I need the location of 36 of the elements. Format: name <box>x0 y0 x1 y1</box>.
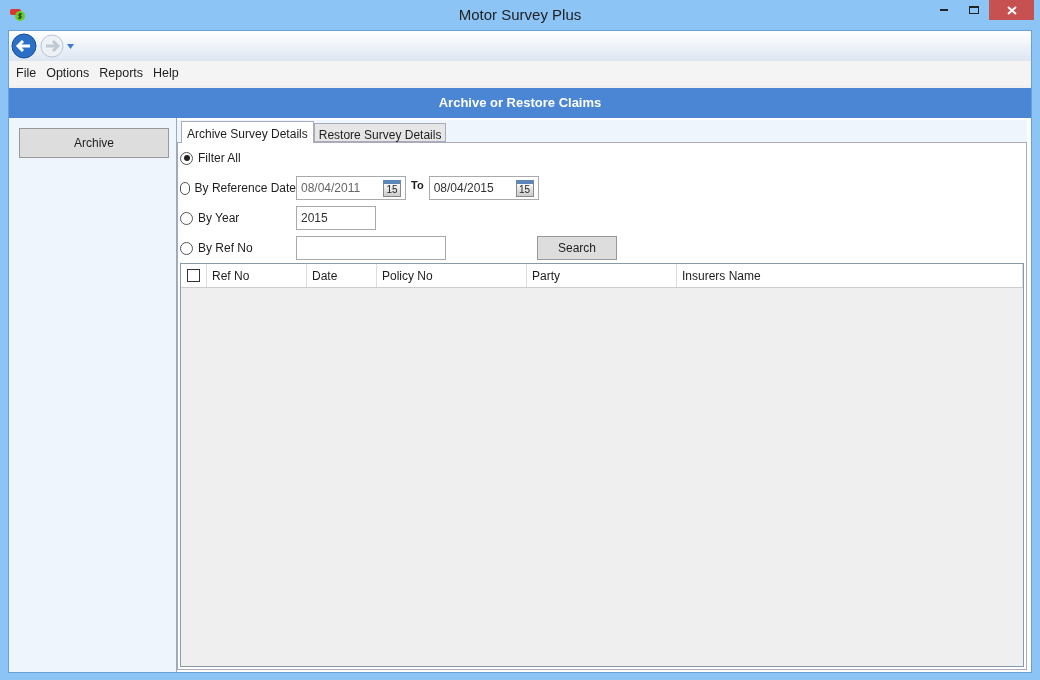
back-icon[interactable] <box>11 33 37 59</box>
section-header: Archive or Restore Claims <box>9 88 1031 118</box>
to-label: To <box>410 178 425 193</box>
calendar-icon[interactable]: 15 <box>515 179 534 197</box>
window-title: Motor Survey Plus <box>458 4 582 25</box>
radio-button[interactable] <box>180 151 193 165</box>
ref-no-field[interactable] <box>296 236 446 260</box>
radio-button[interactable] <box>180 241 193 255</box>
archive-button[interactable]: Archive <box>19 128 169 158</box>
radio-button[interactable] <box>180 181 190 195</box>
dropdown-caret-icon[interactable] <box>67 43 74 49</box>
radio-label: By Ref No <box>198 240 253 257</box>
close-button[interactable] <box>989 0 1034 20</box>
date-field[interactable]: 08/04/2015 15 <box>428 176 539 200</box>
year-field[interactable]: 2015 <box>296 206 376 230</box>
close-icon <box>1006 5 1017 15</box>
column-header[interactable]: Party <box>527 264 677 287</box>
radio-label: By Reference Date <box>194 180 296 197</box>
radio-label: By Year <box>198 210 240 227</box>
column-header[interactable]: Policy No <box>377 264 527 287</box>
calendar-icon[interactable]: 15 <box>383 179 401 197</box>
column-header[interactable]: Date <box>307 264 377 287</box>
radio-button[interactable] <box>180 211 193 225</box>
column-header[interactable]: Ref No <box>207 264 307 287</box>
search-button[interactable]: Search <box>537 236 617 260</box>
radio-label: Filter All <box>198 150 241 167</box>
tab[interactable]: Archive Survey Details <box>181 121 314 143</box>
select-all-checkbox[interactable] <box>187 269 200 282</box>
tab[interactable]: Restore Survey Details <box>313 123 447 142</box>
column-header[interactable]: Insurers Name <box>677 264 1023 287</box>
date-field[interactable]: 08/04/2011 15 <box>296 176 406 200</box>
menu-item[interactable]: Reports <box>94 63 149 83</box>
menu-item[interactable]: File <box>11 63 42 83</box>
app-logo-icon <box>9 6 27 22</box>
menu-item[interactable]: Help <box>148 63 184 83</box>
menu-item[interactable]: Options <box>41 63 95 83</box>
